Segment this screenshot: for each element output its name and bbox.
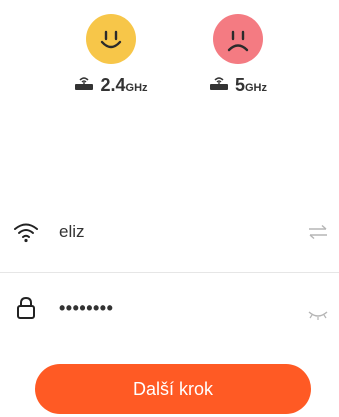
band-2-4ghz: 2.4 GHz (75, 14, 148, 96)
band-value: 2.4 (100, 75, 126, 95)
wifi-ssid-input[interactable]: eliz (59, 222, 85, 242)
divider (0, 272, 339, 273)
eye-closed-icon[interactable] (305, 302, 331, 328)
next-step-button[interactable]: Další krok (35, 364, 311, 414)
password-row[interactable]: •••••••• (0, 286, 339, 330)
switch-network-icon[interactable] (305, 219, 331, 245)
password-input[interactable]: •••••••• (59, 298, 113, 319)
router-icon (74, 75, 94, 96)
router-icon (209, 75, 229, 96)
band-5ghz: 5 GHz (209, 14, 267, 96)
wifi-ssid-row[interactable]: eliz (0, 210, 339, 254)
band-unit: GHz (125, 82, 148, 94)
lock-icon (13, 295, 39, 321)
band-label: 2.4 GHz (66, 74, 156, 96)
wifi-icon (13, 219, 39, 245)
band-value: 5 (234, 75, 245, 95)
smiley-face-icon (86, 14, 136, 64)
band-unit: GHz (245, 82, 267, 94)
band-label: 5 GHz (198, 74, 278, 96)
sad-face-icon (213, 14, 263, 64)
